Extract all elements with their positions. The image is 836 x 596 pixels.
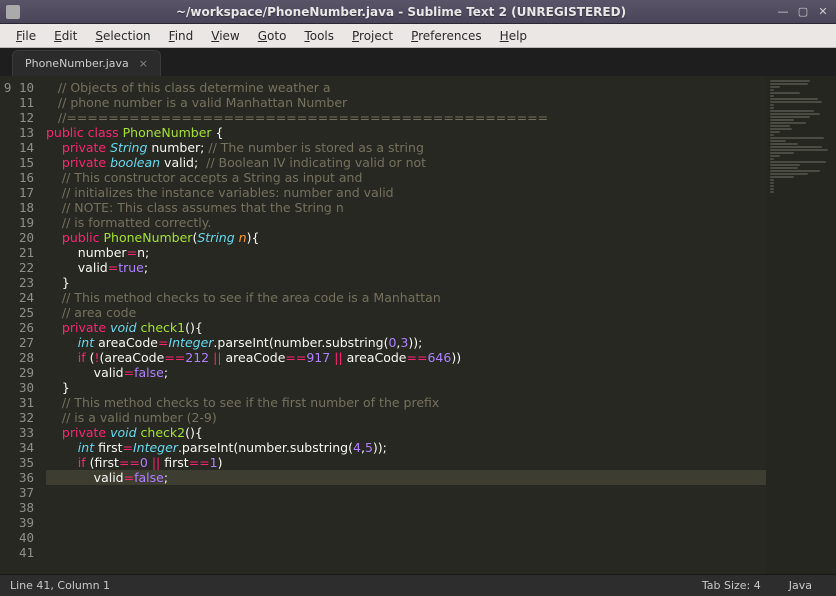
maximize-icon[interactable]: ▢ xyxy=(796,5,810,19)
line-number-gutter: 9 10 11 12 13 14 15 16 17 18 19 20 21 22… xyxy=(0,76,42,574)
menu-view[interactable]: View xyxy=(203,27,247,45)
status-language[interactable]: Java xyxy=(775,579,826,592)
tab-phonenumber[interactable]: PhoneNumber.java × xyxy=(12,50,161,76)
minimize-icon[interactable]: — xyxy=(776,5,790,19)
menu-edit[interactable]: Edit xyxy=(46,27,85,45)
window-title: ~/workspace/PhoneNumber.java - Sublime T… xyxy=(26,5,776,19)
close-icon[interactable]: ✕ xyxy=(816,5,830,19)
window-controls: — ▢ ✕ xyxy=(776,5,830,19)
status-cursor-pos: Line 41, Column 1 xyxy=(10,579,688,592)
menu-goto[interactable]: Goto xyxy=(250,27,295,45)
menu-file[interactable]: File xyxy=(8,27,44,45)
tab-close-icon[interactable]: × xyxy=(139,57,148,70)
title-bar: ~/workspace/PhoneNumber.java - Sublime T… xyxy=(0,0,836,24)
menu-help[interactable]: Help xyxy=(492,27,535,45)
minimap[interactable] xyxy=(766,76,836,574)
status-tab-size[interactable]: Tab Size: 4 xyxy=(688,579,775,592)
code-area[interactable]: // Objects of this class determine weath… xyxy=(42,76,766,574)
menu-selection[interactable]: Selection xyxy=(87,27,158,45)
menu-preferences[interactable]: Preferences xyxy=(403,27,490,45)
menu-bar: FileEditSelectionFindViewGotoToolsProjec… xyxy=(0,24,836,48)
status-bar: Line 41, Column 1 Tab Size: 4 Java xyxy=(0,574,836,596)
menu-project[interactable]: Project xyxy=(344,27,401,45)
menu-find[interactable]: Find xyxy=(161,27,202,45)
tab-bar: PhoneNumber.java × xyxy=(0,48,836,76)
editor-pane: 9 10 11 12 13 14 15 16 17 18 19 20 21 22… xyxy=(0,76,836,574)
app-icon xyxy=(6,5,20,19)
tab-label: PhoneNumber.java xyxy=(25,57,129,70)
menu-tools[interactable]: Tools xyxy=(296,27,342,45)
